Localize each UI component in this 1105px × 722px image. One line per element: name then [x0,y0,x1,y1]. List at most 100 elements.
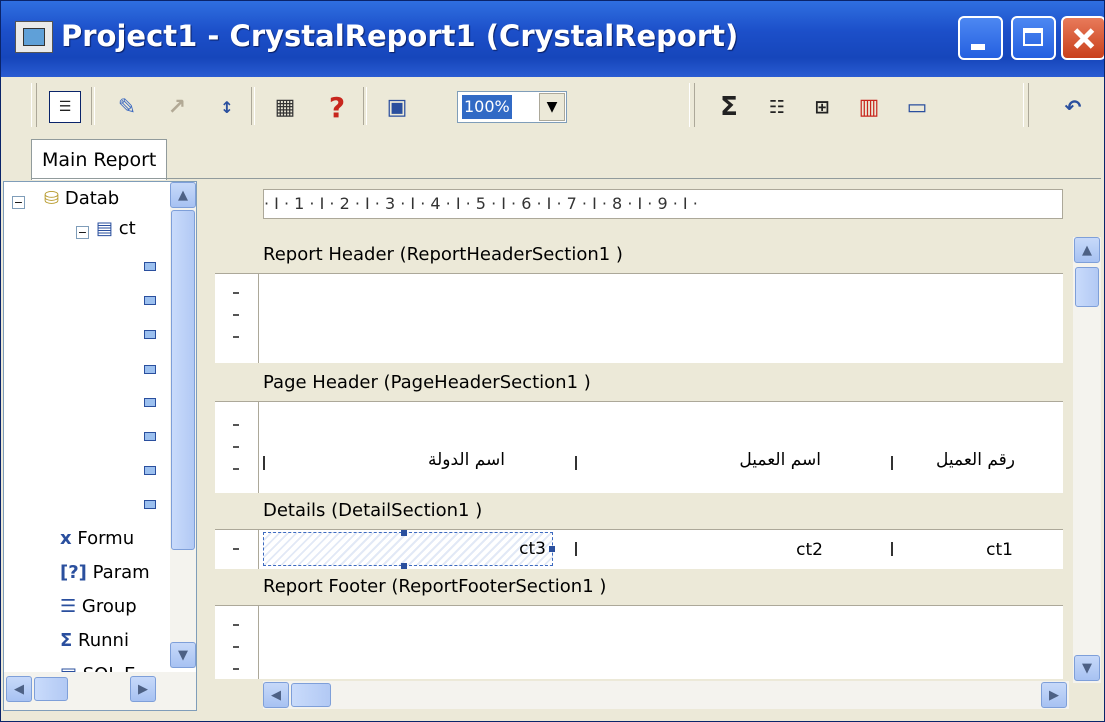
collapse-icon[interactable]: − [12,196,25,209]
field-icon[interactable] [144,296,156,305]
group-icon[interactable]: ☷ [761,91,793,123]
toolbar-grip[interactable] [31,83,37,127]
tab-divider [31,178,1101,179]
database-icon: ⛁ [44,188,60,209]
field-customer-name[interactable]: اسم العميل [735,446,821,474]
tree-item-group[interactable]: ☰ Group [60,596,137,617]
tree-item-table[interactable]: ▤ ct [96,218,136,239]
tree-item-running[interactable]: Σ Runni [60,630,129,651]
section-page-header[interactable]: Page Header (PageHeaderSection1 ) [263,369,1063,397]
band-report-header[interactable] [215,273,1063,363]
resize-handle[interactable] [549,546,555,552]
window-title: Project1 - CrystalReport1 (CrystalReport… [61,19,739,53]
tree-vertical-scrollbar[interactable]: ▲ ▼ [170,182,196,668]
tree-item-label: Runni [78,630,129,651]
summary-icon[interactable]: Σ [713,91,745,123]
toggle-tree-icon[interactable]: ☰ [49,91,81,123]
toolbar: ☰ ✎ ↗ ↕ ▦ ? ▣ 100% ▼ Σ ☷ ⊞ ▥ ▭ ↶ [1,77,1104,137]
resize-handle[interactable] [401,563,407,569]
section-report-header[interactable]: Report Header (ReportHeaderSection1 ) [263,241,1063,269]
field-icon[interactable] [144,398,156,407]
scroll-down-icon[interactable]: ▼ [1074,655,1100,681]
horizontal-ruler: · I · 1 · I · 2 · I · 3 · I · 4 · I · 5 … [263,189,1063,219]
table-icon: ▤ [96,218,114,239]
section-report-footer[interactable]: Report Footer (ReportFooterSection1 ) [263,573,1063,601]
field-icon[interactable] [144,262,156,271]
scroll-thumb[interactable] [291,683,331,707]
toolbar-separator [91,87,95,125]
scroll-thumb[interactable] [1075,267,1099,307]
field-icon[interactable] [144,432,156,441]
sort-icon[interactable]: ↕ [211,91,243,123]
scroll-thumb[interactable] [171,210,195,550]
select-expert-icon[interactable]: ▦ [269,91,301,123]
field-explorer-icon[interactable]: ✎ [111,91,143,123]
undo-icon[interactable]: ↶ [1057,91,1089,123]
collapse-icon[interactable]: − [76,226,89,239]
field-icon[interactable] [144,365,156,374]
design-horizontal-scrollbar[interactable]: ◀ ▶ [263,681,1069,709]
maximize-button[interactable] [1011,16,1056,60]
tree-horizontal-scrollbar[interactable]: ◀ ▶ [4,672,196,710]
toolbar-grip[interactable] [1023,83,1029,127]
vertical-ruler [215,402,259,493]
scroll-right-icon[interactable]: ▶ [130,676,156,702]
field-customer-number[interactable]: رقم العميل [915,446,1015,474]
tree-item-label: Group [81,596,137,617]
zoom-select[interactable]: 100% ▼ [457,91,567,123]
tree-item-label: Formu [77,528,135,549]
title-bar[interactable]: Project1 - CrystalReport1 (CrystalReport… [1,1,1104,77]
scroll-thumb[interactable] [34,677,68,701]
scroll-left-icon[interactable]: ◀ [263,682,289,708]
cross-tab-icon[interactable]: ⊞ [806,91,838,123]
group-icon: ☰ [60,596,77,617]
chart-icon[interactable]: ▥ [853,91,885,123]
resize-handle[interactable] [401,530,407,536]
field-ct2[interactable]: ct2 [775,536,823,564]
field-ct1[interactable]: ct1 [965,536,1013,564]
minimize-button[interactable] [958,16,1003,60]
design-vertical-scrollbar[interactable]: ▲ ▼ [1073,237,1101,683]
preview-icon[interactable]: ▣ [381,91,413,123]
toolbar-separator [251,87,255,125]
field-icon[interactable] [144,500,156,509]
field-ct3-label: ct3 [519,539,546,559]
field-bracket [891,542,899,556]
scroll-up-icon[interactable]: ▲ [1074,237,1100,263]
formula-icon: x [60,528,72,549]
band-page-header[interactable]: اسم الدولة اسم العميل رقم العميل [215,401,1063,493]
toolbar-grip[interactable] [689,83,695,127]
tab-main-report[interactable]: Main Report [31,139,168,180]
field-explorer-tree: − ⛁ Datab − ▤ ct x Formu [?] Param ☰ Gro… [3,181,197,711]
param-icon: [?] [60,562,87,583]
field-icon[interactable] [144,330,156,339]
field-icon[interactable] [144,466,156,475]
tree-item-database[interactable]: ⛁ Datab [44,188,119,209]
zoom-value: 100% [462,95,512,119]
report-design-area: · I · 1 · I · 2 · I · 3 · I · 4 · I · 5 … [207,181,1104,711]
scroll-down-icon[interactable]: ▼ [170,642,196,668]
band-details[interactable]: ct3 ct2 ct1 [215,529,1063,569]
scroll-left-icon[interactable]: ◀ [6,676,32,702]
scroll-right-icon[interactable]: ▶ [1041,682,1067,708]
field-bracket [575,456,583,470]
help-icon[interactable]: ? [321,91,353,124]
vertical-ruler [215,606,259,679]
tree-item-param[interactable]: [?] Param [60,562,150,583]
vertical-ruler [215,530,259,569]
scroll-up-icon[interactable]: ▲ [170,182,196,208]
section-details[interactable]: Details (DetailSection1 ) [263,497,1063,525]
vertical-ruler [215,274,259,363]
format-painter-icon[interactable]: ↗ [161,91,193,123]
tree-item-label: ct [118,218,136,239]
field-bracket [263,456,271,470]
field-bracket [891,456,899,470]
chevron-down-icon[interactable]: ▼ [539,93,565,121]
picture-icon[interactable]: ▭ [901,91,933,123]
field-country-name[interactable]: اسم الدولة [428,446,505,474]
field-ct3[interactable]: ct3 [263,532,553,566]
band-report-footer[interactable] [215,605,1063,679]
close-button[interactable] [1061,16,1104,60]
sum-icon: Σ [60,630,73,651]
tree-item-formula[interactable]: x Formu [60,528,134,549]
